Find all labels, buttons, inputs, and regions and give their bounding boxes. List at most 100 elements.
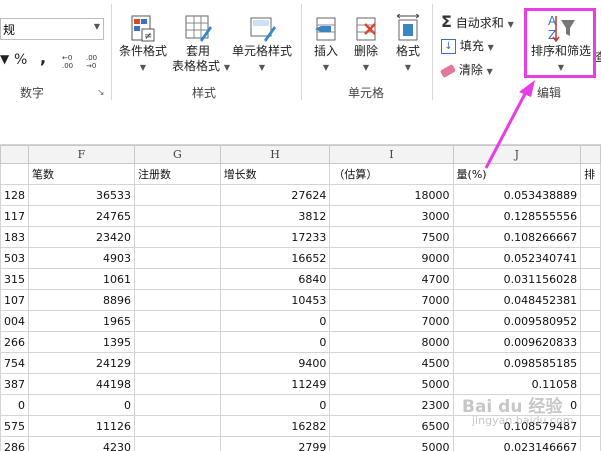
table-cell[interactable]: 8896 [28,289,135,311]
table-cell[interactable]: 0.053438889 [452,184,582,206]
table-cell[interactable]: 量(%) [452,163,582,185]
increase-decimal-button[interactable]: ←0.00 [62,53,80,73]
table-cell[interactable]: 3812 [219,205,331,227]
table-cell[interactable]: 注册数 [133,163,221,185]
column-header-j[interactable]: J [452,145,582,164]
row-number-cell[interactable]: 315 [0,268,29,290]
table-cell[interactable]: 增长数 [219,163,331,185]
table-cell[interactable]: 7000 [329,289,454,311]
table-cell[interactable] [133,415,221,437]
table-cell[interactable]: 9000 [329,247,454,269]
table-cell[interactable]: 排 [580,163,601,185]
table-cell[interactable]: 0.052340741 [452,247,582,269]
table-cell[interactable]: （估算） [329,163,454,185]
fill-button[interactable]: ↓ 填充 ▼ [441,37,494,54]
conditional-format-button[interactable]: ≠ 条件格式 ▼ [116,14,170,73]
clear-button[interactable]: 清除 ▼ [439,61,493,78]
table-cell[interactable]: 0.048452381 [452,289,582,311]
column-header-f[interactable]: F [28,145,135,164]
table-cell[interactable] [580,394,601,416]
table-cell[interactable]: 0 [219,310,331,332]
table-cell[interactable]: 24129 [28,352,135,374]
number-format-dropdown[interactable]: 规 ▼ [0,18,104,40]
table-cell[interactable]: 9400 [219,352,331,374]
table-cell[interactable] [580,184,601,206]
table-cell[interactable]: 0.009580952 [452,310,582,332]
table-cell[interactable]: 17233 [219,226,331,248]
table-format-button[interactable]: 套用 表格格式 ▼ [172,14,230,75]
table-cell[interactable]: 7000 [329,310,454,332]
insert-button[interactable]: 插入 ▼ [308,14,344,73]
column-header-i[interactable]: I [329,145,454,164]
table-cell[interactable]: 16282 [219,415,331,437]
currency-dropdown[interactable]: ▼ [0,52,9,66]
table-cell[interactable] [580,289,601,311]
table-cell[interactable] [133,184,221,206]
row-number-cell[interactable]: 575 [0,415,29,437]
table-cell[interactable] [133,226,221,248]
table-cell[interactable] [0,163,29,185]
delete-button[interactable]: 删除 ▼ [348,14,384,73]
table-cell[interactable]: 11126 [28,415,135,437]
table-cell[interactable]: 0.108266667 [452,226,582,248]
table-cell[interactable]: 2799 [219,436,331,451]
row-number-cell[interactable]: 503 [0,247,29,269]
table-cell[interactable]: 18000 [329,184,454,206]
table-cell[interactable]: 23420 [28,226,135,248]
table-cell[interactable] [133,310,221,332]
row-number-cell[interactable]: 183 [0,226,29,248]
table-cell[interactable] [580,436,601,451]
table-cell[interactable]: 44198 [28,373,135,395]
table-cell[interactable] [580,268,601,290]
cell-styles-button[interactable]: 单元格样式 ▼ [228,14,296,73]
table-cell[interactable] [133,394,221,416]
table-cell[interactable] [580,352,601,374]
table-cell[interactable]: 36533 [28,184,135,206]
table-cell[interactable]: 11249 [219,373,331,395]
table-cell[interactable] [133,247,221,269]
table-cell[interactable] [133,436,221,451]
table-cell[interactable]: 5000 [329,373,454,395]
percent-button[interactable]: % [14,52,27,68]
dialog-launcher-icon[interactable]: ↘ [97,88,105,98]
decrease-decimal-button[interactable]: .00 →0 [86,53,104,73]
table-cell[interactable]: 0.023146667 [452,436,582,451]
table-cell[interactable]: 8000 [329,331,454,353]
table-cell[interactable] [580,310,601,332]
table-cell[interactable]: 4230 [28,436,135,451]
table-cell[interactable] [580,415,601,437]
format-button[interactable]: 格式 ▼ [390,14,426,73]
autosum-button[interactable]: Σ 自动求和 ▼ [441,12,514,31]
row-number-cell[interactable]: 107 [0,289,29,311]
table-cell[interactable]: 6840 [219,268,331,290]
table-cell[interactable]: 7500 [329,226,454,248]
column-header[interactable] [580,145,601,164]
table-cell[interactable]: 0 [219,331,331,353]
table-cell[interactable] [580,247,601,269]
table-cell[interactable]: 5000 [329,436,454,451]
table-cell[interactable] [133,268,221,290]
table-cell[interactable] [133,289,221,311]
table-cell[interactable]: 1395 [28,331,135,353]
comma-button[interactable]: , [40,48,46,67]
row-number-cell[interactable]: 387 [0,373,29,395]
table-cell[interactable]: 0.098585185 [452,352,582,374]
table-cell[interactable]: 1965 [28,310,135,332]
table-cell[interactable] [133,205,221,227]
row-number-cell[interactable]: 004 [0,310,29,332]
table-cell[interactable]: 16652 [219,247,331,269]
table-cell[interactable]: 6500 [329,415,454,437]
column-header-h[interactable]: H [219,145,331,164]
table-cell[interactable]: 1061 [28,268,135,290]
column-header-g[interactable]: G [133,145,221,164]
table-cell[interactable]: 24765 [28,205,135,227]
table-cell[interactable]: 0.031156028 [452,268,582,290]
table-cell[interactable]: 10453 [219,289,331,311]
table-cell[interactable]: 3000 [329,205,454,227]
table-cell[interactable] [580,331,601,353]
table-cell[interactable]: 0 [28,394,135,416]
column-header[interactable] [0,145,29,164]
table-cell[interactable]: 0 [219,394,331,416]
table-cell[interactable]: 27624 [219,184,331,206]
row-number-cell[interactable]: 754 [0,352,29,374]
